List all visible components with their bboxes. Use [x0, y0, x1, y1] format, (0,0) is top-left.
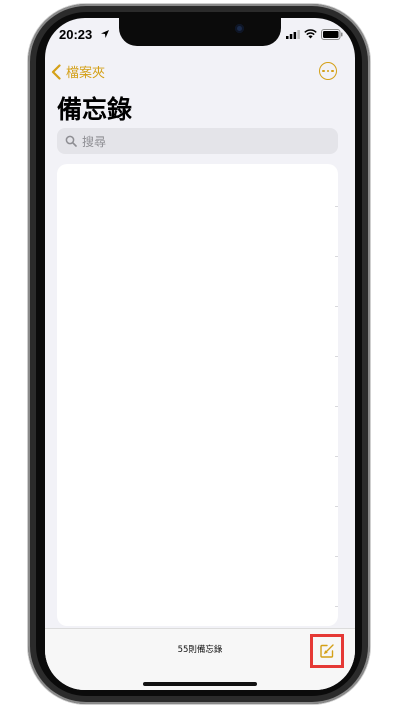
more-button[interactable] — [319, 62, 337, 80]
row-separator — [335, 356, 338, 357]
row-separator — [335, 206, 338, 207]
row-separator — [335, 306, 338, 307]
back-button[interactable]: 檔案夾 — [51, 62, 105, 81]
status-time: 20:23 — [59, 27, 93, 42]
row-separator — [335, 606, 338, 607]
ellipsis-circle-icon — [322, 69, 325, 73]
row-separator — [335, 456, 338, 457]
ellipsis-dot — [331, 69, 334, 73]
search-icon — [65, 135, 77, 147]
row-separator — [335, 506, 338, 507]
screen: 20:23 檔案夾 備忘錄 搜尋 55則備忘錄 — [45, 18, 355, 690]
row-separator — [335, 406, 338, 407]
row-separator — [335, 256, 338, 257]
search-input[interactable]: 搜尋 — [57, 128, 338, 154]
compose-icon — [320, 644, 334, 658]
chevron-left-icon — [51, 63, 61, 80]
cellular-signal-icon — [286, 30, 300, 39]
bottom-toolbar: 55則備忘錄 — [45, 628, 355, 690]
page-title: 備忘錄 — [57, 95, 133, 124]
notch — [119, 18, 281, 46]
location-arrow-icon — [101, 30, 109, 38]
front-camera — [235, 24, 244, 33]
wifi-icon — [304, 29, 317, 39]
row-separator — [335, 556, 338, 557]
battery-icon — [321, 29, 343, 40]
search-placeholder: 搜尋 — [82, 134, 107, 149]
ellipsis-dot — [326, 69, 330, 73]
compose-button[interactable] — [310, 634, 344, 668]
back-label: 檔案夾 — [66, 66, 106, 81]
notes-count: 55則備忘錄 — [177, 645, 223, 655]
notes-list[interactable] — [57, 164, 338, 626]
home-indicator[interactable] — [143, 682, 257, 686]
